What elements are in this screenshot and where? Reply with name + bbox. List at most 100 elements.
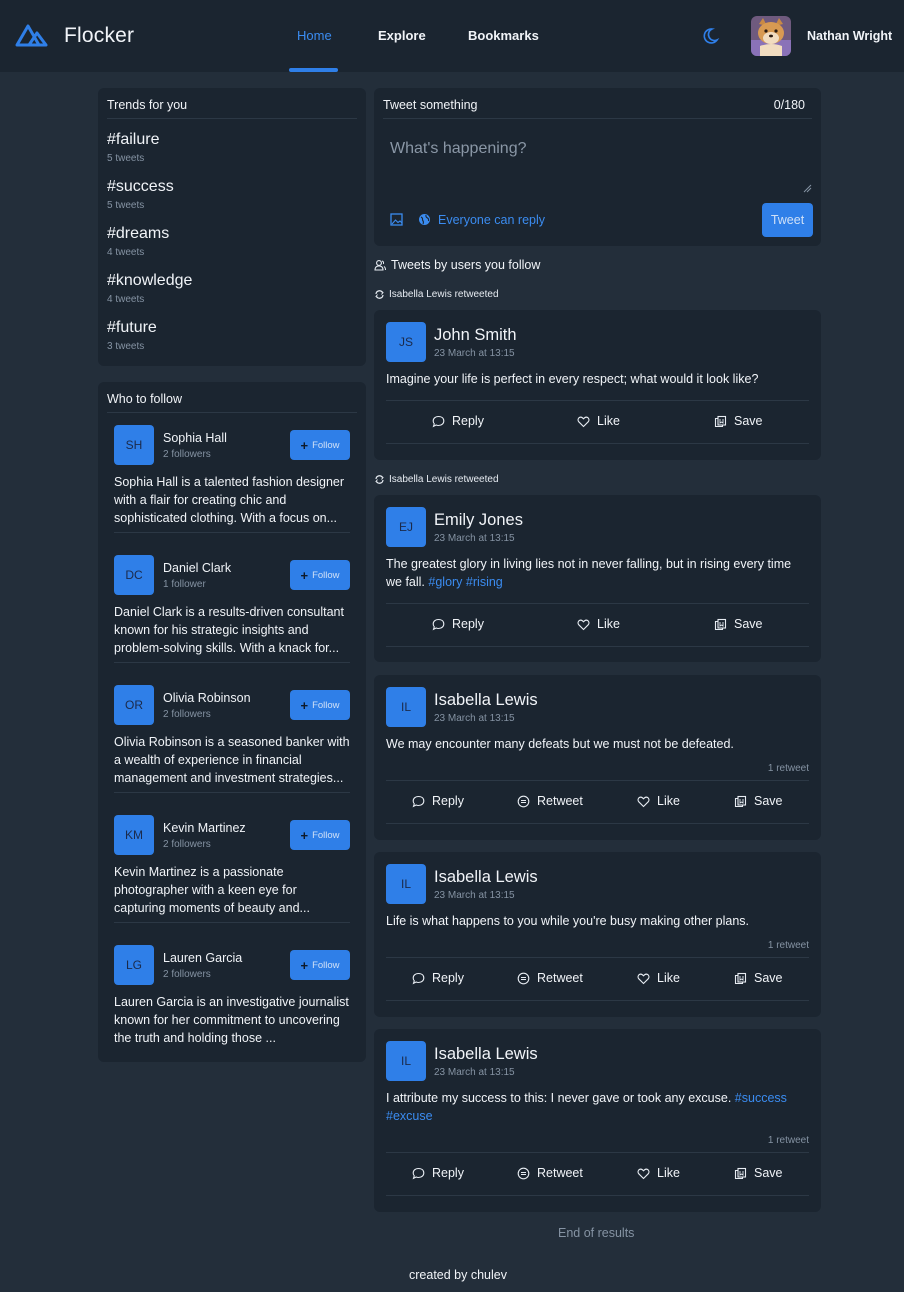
trend-tag[interactable]: #success (107, 178, 174, 196)
trend-tag[interactable]: #future (107, 319, 157, 337)
avatar[interactable]: EJ (386, 507, 426, 547)
who-to-follow-title: Who to follow (107, 392, 183, 406)
globe-icon[interactable] (418, 213, 431, 226)
tweet-text: Imagine your life is perfect in every re… (386, 370, 810, 388)
tweet-button[interactable]: Tweet (762, 203, 813, 237)
resize-grip-icon[interactable] (803, 184, 812, 193)
follow-button[interactable]: + Follow (290, 690, 350, 720)
avatar[interactable]: SH (114, 425, 154, 465)
avatar[interactable]: KM (114, 815, 154, 855)
avatar[interactable]: OR (114, 685, 154, 725)
plus-icon: + (300, 697, 309, 713)
trends-panel: Trends for you #failure 5 tweets #succes… (98, 88, 366, 366)
follow-button[interactable]: + Follow (290, 950, 350, 980)
trend-tag[interactable]: #dreams (107, 225, 169, 243)
like-button[interactable]: Like (637, 794, 680, 808)
comment-icon (412, 1167, 425, 1179)
reply-button[interactable]: Reply (412, 1166, 464, 1180)
trend-count: 3 tweets (107, 341, 145, 352)
nav-bookmarks[interactable]: Bookmarks (468, 28, 539, 43)
hashtag-link[interactable]: #glory (428, 575, 462, 589)
trend-count: 4 tweets (107, 247, 145, 258)
like-button[interactable]: Like (637, 971, 680, 985)
like-button[interactable]: Like (577, 414, 620, 428)
follow-label: Follow (312, 829, 340, 841)
avatar[interactable]: DC (114, 555, 154, 595)
divider (386, 780, 809, 781)
divider (386, 400, 809, 401)
retweet-button[interactable]: Retweet (517, 794, 583, 808)
reply-setting[interactable]: Everyone can reply (438, 213, 545, 227)
reply-label: Reply (432, 794, 464, 808)
reply-button[interactable]: Reply (412, 794, 464, 808)
follow-button[interactable]: + Follow (290, 820, 350, 850)
tweet-card: IL Isabella Lewis 23 March at 13:15 We m… (374, 675, 821, 840)
retweet-icon (517, 795, 530, 807)
heart-icon (577, 416, 590, 427)
follow-button[interactable]: + Follow (290, 560, 350, 590)
save-button[interactable]: Save (734, 1166, 783, 1180)
divider (114, 662, 350, 663)
user-avatar[interactable] (751, 16, 791, 56)
save-button[interactable]: Save (714, 617, 763, 631)
avatar[interactable]: IL (386, 687, 426, 727)
nav-explore[interactable]: Explore (378, 28, 426, 43)
divider (386, 1000, 809, 1001)
person-name[interactable]: Olivia Robinson (163, 691, 251, 705)
like-button[interactable]: Like (637, 1166, 680, 1180)
moon-icon[interactable] (700, 26, 720, 46)
retweet-icon (375, 290, 384, 299)
follow-button[interactable]: + Follow (290, 430, 350, 460)
bookmark-icon (734, 972, 747, 984)
like-button[interactable]: Like (577, 617, 620, 631)
divider (386, 823, 809, 824)
reply-label: Reply (452, 617, 484, 631)
avatar[interactable]: JS (386, 322, 426, 362)
tweet-input[interactable]: What's happening? (390, 140, 526, 158)
tweet-author[interactable]: Emily Jones (434, 511, 523, 530)
person-name[interactable]: Kevin Martinez (163, 821, 246, 835)
trends-title: Trends for you (107, 98, 188, 112)
avatar[interactable]: IL (386, 864, 426, 904)
save-button[interactable]: Save (714, 414, 763, 428)
tweet-author[interactable]: Isabella Lewis (434, 868, 538, 887)
tweet-author[interactable]: Isabella Lewis (434, 1045, 538, 1064)
tweet-text-body: Life is what happens to you while you're… (386, 914, 750, 928)
person-name[interactable]: Sophia Hall (163, 431, 227, 445)
tweet-text-body: I attribute my success to this: I never … (386, 1091, 732, 1105)
retweet-icon (517, 1167, 530, 1179)
avatar[interactable]: LG (114, 945, 154, 985)
reply-button[interactable]: Reply (432, 414, 484, 428)
person-name[interactable]: Daniel Clark (163, 561, 231, 575)
divider (386, 1152, 809, 1153)
heart-icon (637, 1168, 650, 1179)
user-name[interactable]: Nathan Wright (807, 29, 892, 43)
avatar[interactable]: IL (386, 1041, 426, 1081)
save-button[interactable]: Save (734, 794, 783, 808)
save-button[interactable]: Save (734, 971, 783, 985)
trend-tag[interactable]: #failure (107, 131, 159, 149)
brand-name[interactable]: Flocker (64, 24, 134, 48)
image-icon[interactable] (390, 213, 403, 226)
plus-icon: + (300, 957, 309, 973)
tweet-timestamp: 23 March at 13:15 (434, 1067, 515, 1078)
tweet-author[interactable]: John Smith (434, 326, 517, 345)
like-label: Like (657, 794, 680, 808)
bookmark-icon (734, 795, 747, 807)
nav-home[interactable]: Home (297, 28, 332, 43)
reply-button[interactable]: Reply (432, 617, 484, 631)
save-label: Save (754, 971, 783, 985)
retweet-button[interactable]: Retweet (517, 971, 583, 985)
person-name[interactable]: Lauren Garcia (163, 951, 242, 965)
tweet-timestamp: 23 March at 13:15 (434, 533, 515, 544)
tweet-author[interactable]: Isabella Lewis (434, 691, 538, 710)
reply-button[interactable]: Reply (412, 971, 464, 985)
hashtag-link[interactable]: #rising (466, 575, 503, 589)
hashtag-link[interactable]: #excuse (386, 1109, 433, 1123)
trend-tag[interactable]: #knowledge (107, 272, 192, 290)
retweet-note-text: Isabella Lewis retweeted (389, 474, 499, 485)
divider (114, 532, 350, 533)
hashtag-link[interactable]: #success (735, 1091, 787, 1105)
logo-icon[interactable] (15, 22, 49, 48)
retweet-button[interactable]: Retweet (517, 1166, 583, 1180)
